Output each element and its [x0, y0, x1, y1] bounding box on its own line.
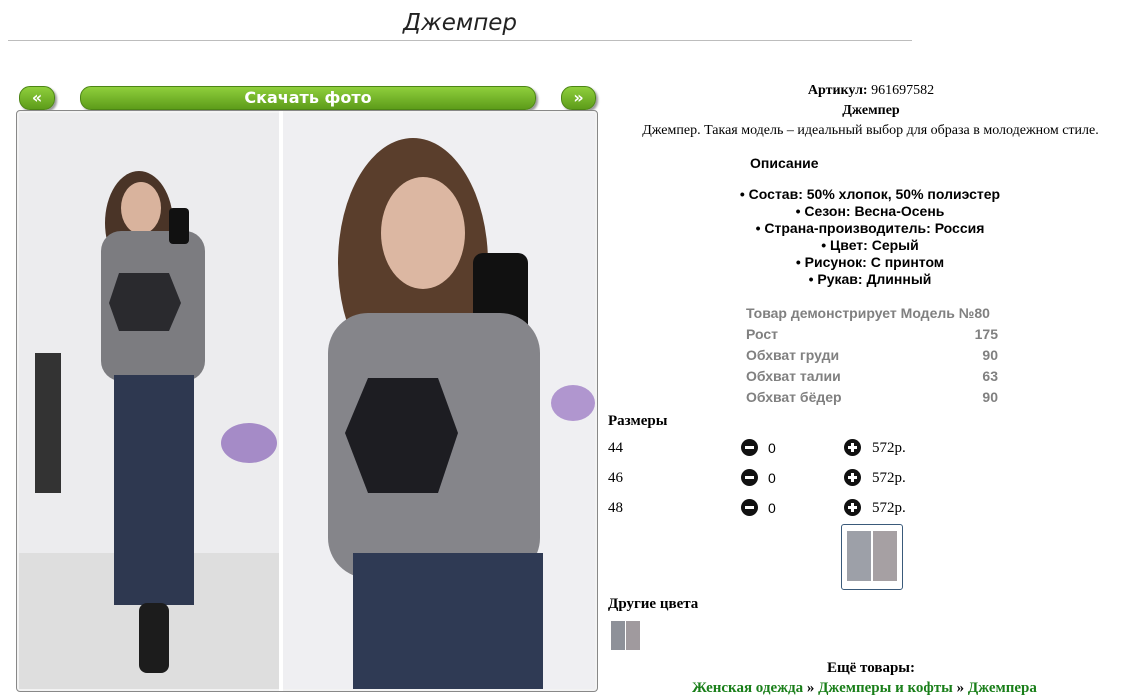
product-photo-full-length: [19, 113, 279, 689]
property-item: • Рукав: Длинный: [808, 271, 932, 287]
property-item: • Сезон: Весна-Осень: [795, 203, 945, 219]
model-value: 175: [974, 326, 998, 342]
plus-circle-icon[interactable]: [844, 439, 861, 456]
size-label: 44: [608, 440, 623, 456]
size-label: 48: [608, 500, 623, 516]
minus-circle-icon[interactable]: [741, 499, 758, 516]
model-value: 90: [982, 389, 998, 405]
prev-photo-button[interactable]: «: [19, 86, 55, 110]
category-breadcrumb: Женская одежда » Джемперы и кофты » Джем…: [610, 680, 1133, 697]
price-value: 572р.: [872, 470, 906, 486]
photo-thumbnail[interactable]: [841, 524, 903, 590]
property-item: • Состав: 50% хлопок, 50% полиэстер: [739, 186, 1001, 202]
breadcrumb-link-jumpers-cardigans[interactable]: Джемперы и кофты: [818, 680, 953, 696]
breadcrumb-link-jumpers[interactable]: Джемпера: [968, 680, 1037, 696]
minus-circle-icon[interactable]: [741, 439, 758, 456]
sizes-heading: Размеры: [608, 413, 668, 429]
article-value: 961697582: [871, 83, 935, 98]
next-photo-button[interactable]: »: [561, 86, 596, 110]
thumbnail-image: [847, 531, 897, 581]
model-measurements: Товар демонстрирует Модель №80 Рост 175 О…: [746, 305, 998, 410]
model-label: Обхват груди: [746, 347, 840, 363]
model-label: Товар демонстрирует Модель №80: [746, 305, 990, 321]
breadcrumb-separator: »: [956, 680, 965, 696]
size-label: 46: [608, 470, 623, 486]
title-divider: [8, 40, 912, 41]
page-title: Джемпер: [403, 10, 517, 36]
quantity-value: 0: [768, 440, 776, 456]
other-colors-heading: Другие цвета: [608, 596, 699, 612]
product-name: Джемпер: [842, 103, 900, 118]
model-row: Рост 175: [746, 326, 998, 347]
product-properties: • Состав: 50% хлопок, 50% полиэстер • Се…: [710, 186, 1030, 288]
model-row: Товар демонстрирует Модель №80: [746, 305, 998, 326]
model-row: Обхват талии 63: [746, 368, 998, 389]
quantity-value: 0: [768, 500, 776, 516]
model-value: 90: [982, 347, 998, 363]
property-item: • Цвет: Серый: [821, 237, 919, 253]
size-row: 48 0 572р.: [608, 497, 928, 521]
breadcrumb-link-womens-clothing[interactable]: Женская одежда: [692, 680, 803, 696]
property-item: • Страна-производитель: Россия: [755, 220, 985, 236]
download-photo-button[interactable]: Скачать фото: [80, 86, 536, 110]
article: Артикул: 961697582: [610, 83, 1132, 99]
minus-circle-icon[interactable]: [741, 469, 758, 486]
description-heading: Описание: [750, 155, 819, 171]
model-label: Рост: [746, 326, 778, 342]
other-color-thumbnail[interactable]: [611, 621, 640, 650]
model-row: Обхват бёдер 90: [746, 389, 998, 410]
plus-circle-icon[interactable]: [844, 469, 861, 486]
size-row: 46 0 572р.: [608, 467, 928, 491]
price-value: 572р.: [872, 500, 906, 516]
breadcrumb-separator: »: [806, 680, 815, 696]
product-photo-closeup: [283, 113, 595, 689]
price-value: 572р.: [872, 440, 906, 456]
product-description: Джемпер. Такая модель – идеальный выбор …: [642, 123, 1099, 138]
quantity-value: 0: [768, 470, 776, 486]
size-row: 44 0 572р.: [608, 437, 928, 461]
property-item: • Рисунок: С принтом: [795, 254, 945, 270]
model-label: Обхват талии: [746, 368, 841, 384]
plus-circle-icon[interactable]: [844, 499, 861, 516]
model-row: Обхват груди 90: [746, 347, 998, 368]
model-value: 63: [982, 368, 998, 384]
product-photo[interactable]: [16, 110, 598, 692]
model-label: Обхват бёдер: [746, 389, 842, 405]
more-products-heading: Ещё товары:: [826, 660, 916, 676]
article-label: Артикул:: [807, 83, 868, 98]
